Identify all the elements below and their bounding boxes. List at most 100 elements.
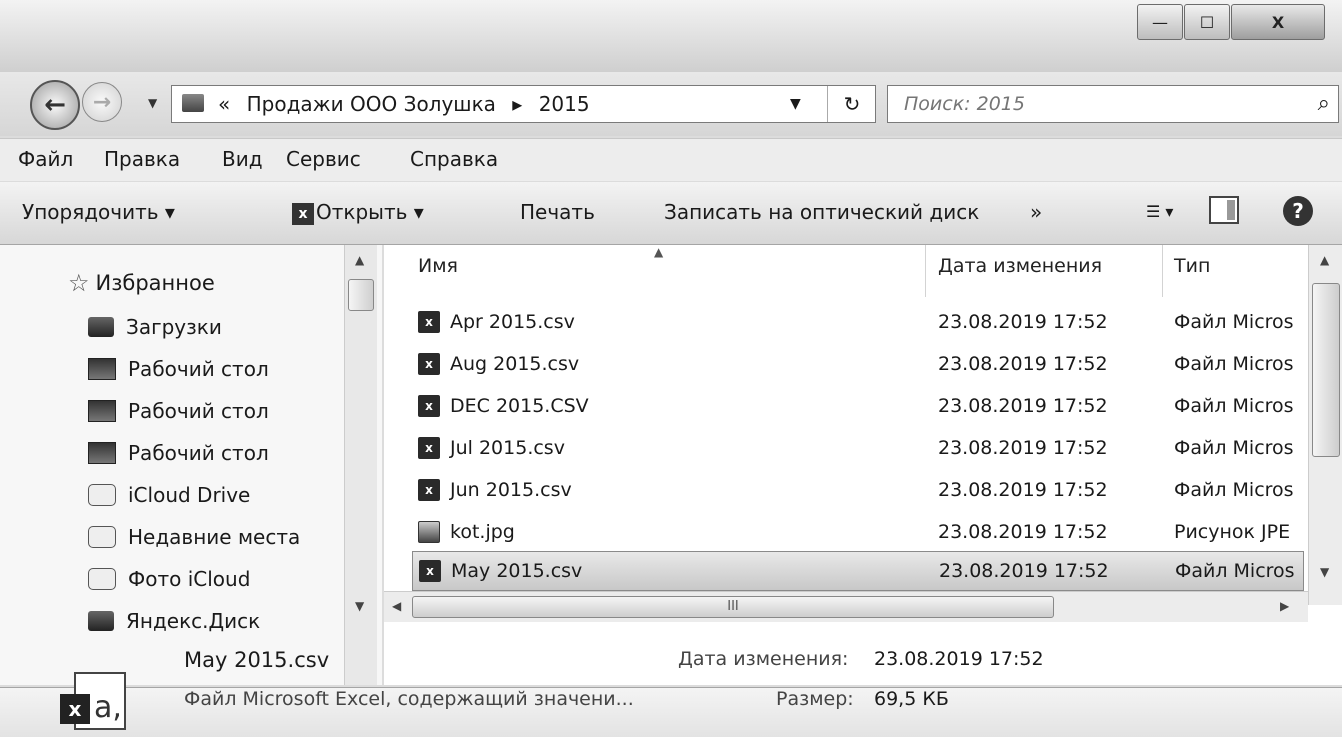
address-bar[interactable]: « Продажи ООО Золушка ▸ 2015 ▼ ↻ [171,85,876,123]
recent-pages-dropdown[interactable]: ▼ [148,96,157,110]
file-name: Apr 2015.csv [450,311,575,333]
nav-label: iCloud Drive [128,483,251,507]
search-icon[interactable]: ⌕ [1318,91,1330,116]
forward-arrow-icon: → [92,89,112,115]
file-type: Файл Micros [1175,560,1295,582]
column-header-name[interactable]: Имя [418,255,458,277]
help-icon[interactable]: ? [1283,196,1313,226]
menu-view[interactable]: Вид [222,147,263,171]
search-box[interactable]: ⌕ [887,85,1339,123]
excel-file-icon: x [418,437,440,459]
file-name: Aug 2015.csv [450,353,580,375]
menu-tools[interactable]: Сервис [286,147,361,171]
desktop-icon [88,400,116,422]
column-header-type[interactable]: Тип [1174,255,1210,277]
yandex-disk-icon [88,611,114,631]
excel-file-large-icon: x a, [60,672,138,730]
more-commands-button[interactable]: » [1030,200,1042,224]
scroll-thumb[interactable] [348,279,374,311]
nav-item-desktop[interactable]: Рабочий стол [88,441,269,465]
file-list-vertical-scrollbar[interactable]: ▲ ▼ [1308,245,1342,605]
nav-label: Недавние места [128,525,301,549]
nav-item-desktop[interactable]: Рабочий стол [88,357,269,381]
nav-item-desktop[interactable]: Рабочий стол [88,399,269,423]
file-date: 23.08.2019 17:52 [938,353,1108,375]
nav-item-recent-places[interactable]: Недавние места [88,525,300,549]
print-button[interactable]: Печать [520,200,595,224]
file-list: ▲ Имя Дата изменения Тип x Apr 2015.csv 2… [384,245,1342,685]
sort-ascending-icon: ▲ [654,245,664,259]
nav-item-icloud-drive[interactable]: iCloud Drive [88,483,250,507]
table-row[interactable]: x Aug 2015.csv 23.08.2019 17:52 Файл Micr… [412,345,1304,385]
scroll-up-arrow-icon[interactable]: ▲ [1320,253,1329,267]
burn-disc-button[interactable]: Записать на оптический диск [664,200,979,224]
file-type: Файл Micros [1174,353,1294,375]
scroll-thumb[interactable] [1312,283,1340,457]
file-date: 23.08.2019 17:52 [938,395,1108,417]
nav-label: Яндекс.Диск [126,609,261,633]
organize-button[interactable]: Упорядочить ▾ [22,200,175,224]
command-bar: Упорядочить ▾ x Открыть ▾ Печать Записать… [0,182,1342,245]
refresh-button[interactable]: ↻ [827,86,876,122]
image-file-icon [418,521,440,543]
search-input[interactable] [902,92,1286,116]
breadcrumb-separator[interactable]: ▸ [512,92,522,116]
breadcrumb-item-2015[interactable]: 2015 [539,92,590,116]
minimize-button[interactable]: — [1137,4,1183,40]
address-dropdown-button[interactable]: ▼ [790,96,801,112]
breadcrumb: « Продажи ООО Золушка ▸ 2015 [218,92,600,116]
scroll-left-arrow-icon[interactable]: ◀ [392,599,401,613]
scroll-thumb[interactable]: III [412,596,1054,618]
table-row[interactable]: x DEC 2015.CSV 23.08.2019 17:52 Файл Micr… [412,387,1304,427]
preview-pane-icon[interactable] [1209,196,1239,224]
back-button[interactable]: ← [30,80,80,130]
table-row-selected[interactable]: x May 2015.csv 23.08.2019 17:52 Файл Micr… [412,551,1304,591]
forward-button[interactable]: → [82,82,122,122]
breadcrumb-item-sales[interactable]: Продажи ООО Золушка [247,92,496,116]
details-file-description: Файл Microsoft Excel, содержащий значени… [184,688,634,710]
details-size-label: Размер: [776,688,854,710]
nav-item-icloud-photos[interactable]: Фото iCloud [88,567,250,591]
nav-scrollbar[interactable]: ▲ ▼ [344,245,377,685]
menu-file[interactable]: Файл [18,147,73,171]
details-pane: x a, May 2015.csv Файл Microsoft Excel, … [0,648,1342,737]
details-modified-label: Дата изменения: [678,648,849,670]
file-date: 23.08.2019 17:52 [939,560,1109,582]
column-divider[interactable] [1162,245,1163,297]
file-date: 23.08.2019 17:52 [938,479,1108,501]
column-header-date[interactable]: Дата изменения [938,255,1102,277]
close-button[interactable]: X [1231,4,1325,40]
excel-file-icon: x [419,560,441,582]
file-date: 23.08.2019 17:52 [938,521,1108,543]
change-view-icon[interactable]: ☰ ▾ [1146,202,1173,221]
table-row[interactable]: kot.jpg 23.08.2019 17:52 Рисунок JPE [412,513,1304,553]
scroll-down-arrow-icon[interactable]: ▼ [355,599,364,613]
menu-edit[interactable]: Правка [104,147,180,171]
breadcrumb-overflow[interactable]: « [218,92,230,116]
excel-file-icon: x [418,479,440,501]
nav-label: Загрузки [126,315,222,339]
nav-item-downloads[interactable]: Загрузки [88,315,222,339]
excel-file-icon: x [418,311,440,333]
nav-item-yandex-disk[interactable]: Яндекс.Диск [88,609,260,633]
file-type: Файл Micros [1174,311,1294,333]
scroll-up-arrow-icon[interactable]: ▲ [355,253,364,267]
table-row[interactable]: x Jul 2015.csv 23.08.2019 17:52 Файл Micr… [412,429,1304,469]
nav-favorites[interactable]: ☆ Избранное [68,269,215,297]
maximize-button[interactable]: ☐ [1184,4,1230,40]
excel-icon: x [292,202,314,225]
menu-help[interactable]: Справка [410,147,498,171]
table-row[interactable]: x Jun 2015.csv 23.08.2019 17:52 Файл Micr… [412,471,1304,511]
scroll-right-arrow-icon[interactable]: ▶ [1280,599,1289,613]
open-button[interactable]: x Открыть ▾ [292,200,424,225]
scroll-down-arrow-icon[interactable]: ▼ [1320,565,1329,579]
file-name: Jul 2015.csv [450,437,565,459]
nav-label: Рабочий стол [128,441,269,465]
table-row[interactable]: x Apr 2015.csv 23.08.2019 17:52 Файл Micr… [412,303,1304,343]
file-list-horizontal-scrollbar[interactable]: ◀ III ▶ [384,591,1308,622]
column-divider[interactable] [925,245,926,297]
address-row: ← → ▼ « Продажи ООО Золушка ▸ 2015 ▼ ↻ ⌕ [0,72,1342,136]
file-date: 23.08.2019 17:52 [938,437,1108,459]
details-modified-value: 23.08.2019 17:52 [874,648,1044,670]
menu-bar: Файл Правка Вид Сервис Справка [0,138,1342,181]
